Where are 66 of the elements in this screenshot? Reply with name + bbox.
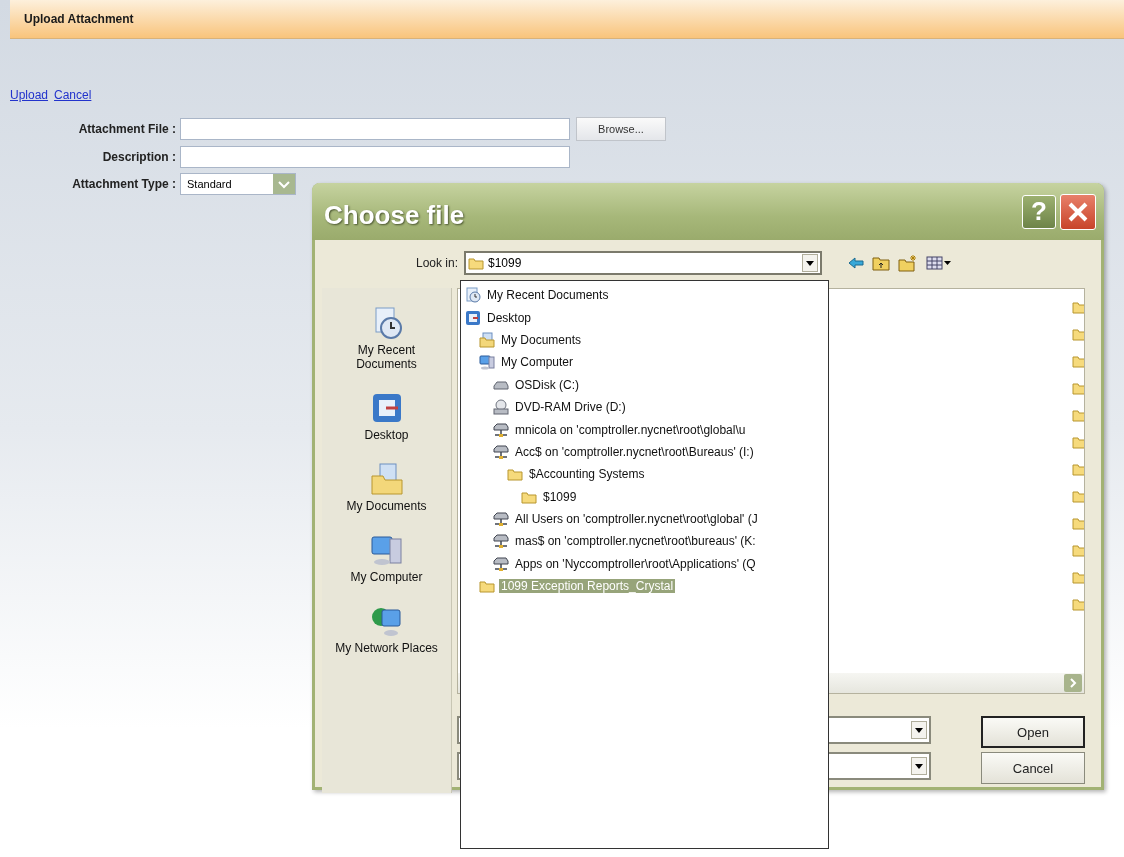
folder-icon xyxy=(1072,542,1084,558)
folder-icon xyxy=(1072,380,1084,396)
action-link[interactable]: Upload xyxy=(10,88,49,102)
network-drive-icon xyxy=(493,511,509,528)
folder-icon xyxy=(1072,461,1084,477)
browse-button[interactable]: Browse... xyxy=(576,117,666,141)
network-drive-icon xyxy=(493,443,509,460)
places-item[interactable]: My Documents xyxy=(346,499,427,513)
folder-document-icon xyxy=(479,331,495,348)
folder-icon xyxy=(1072,569,1084,585)
file-path-field[interactable] xyxy=(180,118,570,140)
cancel-button[interactable]: Cancel xyxy=(981,752,1085,784)
places-item[interactable]: My Network Places xyxy=(335,641,438,655)
folder-list-item[interactable]: Acc$ on 'comptroller.nycnet\root\Bureaus' (I:) xyxy=(465,440,828,464)
folder-list-item[interactable]: $Accounting Systems xyxy=(465,463,828,486)
up-folder-icon[interactable] xyxy=(872,255,890,271)
folder-list-item[interactable]: All Users on 'comptroller.nycnet\root\global' (J xyxy=(465,507,828,531)
folder-list-item[interactable]: My Documents xyxy=(465,328,828,352)
folder-list-item[interactable]: $1099 xyxy=(465,485,828,508)
folder-icon xyxy=(507,466,523,483)
computer-icon xyxy=(479,354,495,371)
disc-drive-icon xyxy=(493,399,509,416)
new-folder-icon[interactable] xyxy=(898,254,918,272)
folder-list-item[interactable]: My Computer xyxy=(465,351,828,374)
places-item[interactable]: Desktop xyxy=(364,428,409,442)
network-drive-icon xyxy=(493,555,509,572)
desktop-icon xyxy=(465,309,481,326)
folder-list-item[interactable]: DVD-RAM Drive (D:) xyxy=(465,395,828,419)
view-menu-icon[interactable] xyxy=(926,255,952,271)
back-arrow-icon[interactable] xyxy=(848,256,864,270)
close-button[interactable] xyxy=(1060,193,1096,230)
folder-icon xyxy=(1072,488,1084,504)
folder-icon xyxy=(1072,515,1084,531)
folder-icon xyxy=(1072,299,1084,315)
folder-list-item[interactable]: My Recent Documents xyxy=(465,284,828,307)
page-title: Upload Attachment xyxy=(10,0,1124,39)
folder-document-icon xyxy=(369,462,404,496)
folder-icon xyxy=(479,578,495,595)
folder-list-item[interactable]: Apps on 'Nyccomptroller\root\Applications' (Q xyxy=(465,552,828,576)
look-in-label: Look in: xyxy=(414,256,459,270)
computer-icon xyxy=(369,533,404,567)
look-in-combo[interactable]: $1099 xyxy=(464,251,822,275)
folder-icon xyxy=(1072,326,1084,342)
folder-list-item[interactable]: OSDisk (C:) xyxy=(465,373,828,396)
open-button[interactable]: Open xyxy=(981,716,1085,748)
action-link[interactable]: Cancel xyxy=(54,88,92,102)
places-item[interactable]: My Computer xyxy=(350,570,423,584)
network-drive-icon xyxy=(493,421,509,438)
attachment-type-select[interactable]: Standard xyxy=(180,173,296,195)
field-label: Description : xyxy=(101,150,176,164)
clock-document-icon xyxy=(465,287,481,304)
folder-list-item[interactable]: mnicola on 'comptroller.nycnet\root\global\u xyxy=(465,418,828,441)
network-drive-icon xyxy=(493,533,509,550)
description-field[interactable] xyxy=(180,146,570,168)
places-item[interactable]: My Recent Documents xyxy=(331,343,442,371)
folder-icon xyxy=(1072,434,1084,450)
folder-icon xyxy=(1072,353,1084,369)
folder-list-item[interactable]: Desktop xyxy=(465,306,828,329)
folder-icon xyxy=(468,255,484,271)
folder-icon xyxy=(1072,407,1084,423)
field-label: Attachment Type : xyxy=(71,177,176,191)
scroll-right-icon[interactable] xyxy=(1064,674,1082,692)
folder-icon xyxy=(1072,596,1084,612)
dialog-title: Choose file xyxy=(324,199,466,231)
folder-list-item[interactable]: mas$ on 'comptroller.nycnet\root\bureaus' (K: xyxy=(465,530,828,553)
field-label: Attachment File : xyxy=(77,122,176,136)
